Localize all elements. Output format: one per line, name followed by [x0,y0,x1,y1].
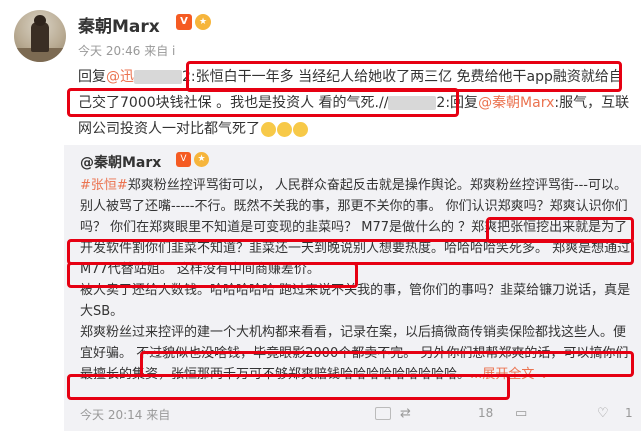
image-icon[interactable] [375,406,391,420]
mention-link-2[interactable]: @秦朝Marx [478,95,554,111]
repost-count[interactable]: 18 [478,406,493,420]
post-username[interactable]: 秦朝Marx [78,12,160,37]
user-avatar[interactable] [14,10,66,62]
repost-icon[interactable]: ⇄ [400,406,411,421]
mention-link[interactable]: @迅 [106,69,134,85]
fan-badge-icon: ★ [194,152,209,167]
blurred-name [134,70,182,84]
post-meta: 今天 20:46 来自 i [78,44,176,58]
vip-badge-icon: V [176,152,191,167]
comment-icon[interactable]: ▭ [515,406,527,421]
reply-prefix: 回复 [78,69,106,85]
quote-footer: 今天 20:14 来自 ⇄ 18 ▭ ♡ 1 [80,404,633,424]
emoji-icon [293,121,308,137]
like-icon[interactable]: ♡ [597,406,609,421]
vip-badge-icon: V [176,14,192,30]
highlight-box [67,262,358,288]
emoji-icon [277,121,292,137]
hashtag-link[interactable]: #张恒# [80,178,128,193]
highlight-box [67,374,510,400]
quote-username[interactable]: @秦朝Marx [80,152,161,172]
avatar-figure [31,15,49,52]
like-count[interactable]: 1 [625,406,633,420]
fan-badge-icon: ★ [195,14,211,30]
quote-source: 今天 20:14 来自 [80,408,171,422]
emoji-icon [261,121,276,137]
highlight-box [67,88,459,117]
